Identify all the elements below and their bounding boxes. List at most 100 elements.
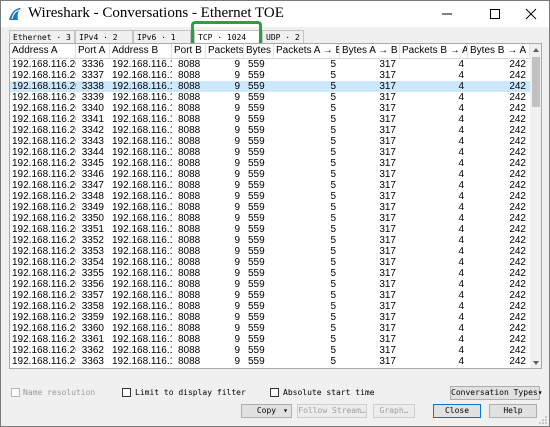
cell-address-a: 192.168.116.20 <box>12 114 76 125</box>
cell-packets: 9 <box>234 224 240 235</box>
table-row[interactable]: 192.168.116.20 3346 192.168.116.1 8088 9 559 5… <box>10 169 530 180</box>
table-row[interactable]: 192.168.116.20 3353 192.168.116.1 8088 9 559 5… <box>10 246 530 257</box>
cell-address-a: 192.168.116.20 <box>12 334 76 345</box>
cell-bytes: 559 <box>248 301 265 312</box>
column-header-address-a[interactable]: Address A <box>10 44 76 58</box>
cell-port-a: 3359 <box>81 312 104 323</box>
table-row[interactable]: 192.168.116.20 3361 192.168.116.1 8088 9 559 5… <box>10 334 530 345</box>
table-row[interactable]: 192.168.116.20 3343 192.168.116.1 8088 9 559 5… <box>10 136 530 147</box>
table-row[interactable]: 192.168.116.20 3336 192.168.116.1 8088 9 559 5… <box>10 59 530 70</box>
conversations-table[interactable]: Address A Port A Address B Port B Packets Byt… <box>9 43 542 369</box>
table-row[interactable]: 192.168.116.20 3351 192.168.116.1 8088 9 559 5… <box>10 224 530 235</box>
cell-address-a: 192.168.116.20 <box>12 70 76 81</box>
table-row[interactable]: 192.168.116.20 3339 192.168.116.1 8088 9 559 5… <box>10 92 530 103</box>
table-row[interactable]: 192.168.116.20 3348 192.168.116.1 8088 9 559 5… <box>10 191 530 202</box>
tab-ipv6[interactable]: IPv6 · 1 <box>133 30 191 43</box>
table-row[interactable]: 192.168.116.20 3362 192.168.116.1 8088 9 559 5… <box>10 345 530 356</box>
tab-ethernet[interactable]: Ethernet · 3 <box>9 30 75 43</box>
scrollbar-thumb[interactable] <box>532 57 540 107</box>
cell-bytes: 559 <box>248 356 265 367</box>
table-row[interactable]: 192.168.116.20 3344 192.168.116.1 8088 9 559 5… <box>10 147 530 158</box>
cell-packets-a-to-b: 5 <box>330 235 336 246</box>
cell-packets-a-to-b: 5 <box>330 191 336 202</box>
table-row[interactable]: 192.168.116.20 3352 192.168.116.1 8088 9 559 5… <box>10 235 530 246</box>
table-row[interactable]: 192.168.116.20 3358 192.168.116.1 8088 9 559 5… <box>10 301 530 312</box>
cell-bytes-a-to-b: 317 <box>379 114 396 125</box>
follow-stream-button[interactable]: Follow Stream… <box>297 404 367 418</box>
help-button[interactable]: Help <box>489 404 537 418</box>
wireshark-fin-icon <box>9 8 21 20</box>
cell-address-b: 192.168.116.1 <box>112 180 172 191</box>
resize-grip-icon[interactable] <box>538 415 548 425</box>
cell-port-a: 3354 <box>81 257 104 268</box>
cell-address-b: 192.168.116.1 <box>112 279 172 290</box>
copy-button[interactable]: Copy ▾ <box>241 404 292 418</box>
absolute-time-checkbox[interactable] <box>270 388 279 397</box>
scroll-up-icon[interactable] <box>530 44 542 56</box>
column-header-bytes[interactable]: Bytes <box>244 44 274 58</box>
cell-packets-a-to-b: 5 <box>330 202 336 213</box>
table-row[interactable]: 192.168.116.20 3357 192.168.116.1 8088 9 559 5… <box>10 290 530 301</box>
table-row[interactable]: 192.168.116.20 3355 192.168.116.1 8088 9 559 5… <box>10 268 530 279</box>
cell-address-b: 192.168.116.1 <box>112 191 172 202</box>
cell-address-b: 192.168.116.1 <box>112 301 172 312</box>
column-header-bytes-b-to-a[interactable]: Bytes B → A <box>468 44 530 58</box>
table-row[interactable]: 192.168.116.20 3347 192.168.116.1 8088 9 559 5… <box>10 180 530 191</box>
table-row[interactable]: 192.168.116.20 3337 192.168.116.1 8088 9 559 5… <box>10 70 530 81</box>
column-header-packets[interactable]: Packets <box>206 44 244 58</box>
column-header-packets-a-to-b[interactable]: Packets A → B <box>274 44 340 58</box>
limit-filter-checkbox[interactable] <box>122 388 131 397</box>
table-row[interactable]: 192.168.116.20 3338 192.168.116.1 8088 9 559 5… <box>10 81 530 92</box>
cell-packets-b-to-a: 4 <box>458 114 464 125</box>
conversation-types-button[interactable]: Conversation Types▾ <box>450 386 543 400</box>
table-row[interactable]: 192.168.116.20 3349 192.168.116.1 8088 9 559 5… <box>10 202 530 213</box>
cell-packets: 9 <box>234 279 240 290</box>
maximize-button[interactable] <box>477 1 513 27</box>
cell-packets: 9 <box>234 235 240 246</box>
cell-address-b: 192.168.116.1 <box>112 213 172 224</box>
table-body[interactable]: 192.168.116.20 3336 192.168.116.1 8088 9 559 5… <box>10 58 530 368</box>
vertical-scrollbar[interactable] <box>530 44 542 369</box>
cell-bytes-b-to-a: 242 <box>509 103 526 114</box>
cell-bytes-b-to-a: 242 <box>509 279 526 290</box>
table-row[interactable]: 192.168.116.20 3345 192.168.116.1 8088 9 559 5… <box>10 158 530 169</box>
column-header-packets-b-to-a[interactable]: Packets B → A <box>400 44 468 58</box>
table-row[interactable]: 192.168.116.20 3360 192.168.116.1 8088 9 559 5… <box>10 323 530 334</box>
table-row[interactable]: 192.168.116.20 3356 192.168.116.1 8088 9 559 5… <box>10 279 530 290</box>
table-row[interactable]: 192.168.116.20 3350 192.168.116.1 8088 9 559 5… <box>10 213 530 224</box>
minimize-button[interactable] <box>429 1 465 27</box>
cell-port-a: 3336 <box>81 59 104 70</box>
scroll-down-icon[interactable] <box>530 357 542 369</box>
tab-tcp[interactable]: TCP · 1024 <box>194 30 260 43</box>
table-row[interactable]: 192.168.116.20 3359 192.168.116.1 8088 9 559 5… <box>10 312 530 323</box>
cell-packets: 9 <box>234 213 240 224</box>
table-row[interactable]: 192.168.116.20 3363 192.168.116.1 8088 9 559 5… <box>10 356 530 367</box>
cell-address-b: 192.168.116.1 <box>112 147 172 158</box>
cell-packets-b-to-a: 4 <box>458 169 464 180</box>
close-button[interactable]: Close <box>433 404 481 418</box>
graph-button[interactable]: Graph… <box>373 404 415 418</box>
cell-port-a: 3350 <box>81 213 104 224</box>
table-row[interactable]: 192.168.116.20 3354 192.168.116.1 8088 9 559 5… <box>10 257 530 268</box>
cell-packets: 9 <box>234 158 240 169</box>
table-row[interactable]: 192.168.116.20 3341 192.168.116.1 8088 9 559 5… <box>10 114 530 125</box>
name-resolution-checkbox[interactable] <box>11 388 20 397</box>
cell-packets-a-to-b: 5 <box>330 158 336 169</box>
cell-port-b: 8088 <box>178 81 201 92</box>
cell-bytes: 559 <box>248 191 265 202</box>
column-header-address-b[interactable]: Address B <box>110 44 172 58</box>
column-header-bytes-a-to-b[interactable]: Bytes A → B <box>340 44 400 58</box>
cell-port-b: 8088 <box>178 224 201 235</box>
tab-udp[interactable]: UDP · 2 <box>262 30 304 43</box>
column-header-port-b[interactable]: Port B <box>172 44 206 58</box>
cell-port-b: 8088 <box>178 213 201 224</box>
close-window-button[interactable] <box>513 1 549 27</box>
table-row[interactable]: 192.168.116.20 3340 192.168.116.1 8088 9 559 5… <box>10 103 530 114</box>
table-row[interactable]: 192.168.116.20 3342 192.168.116.1 8088 9 559 5… <box>10 125 530 136</box>
cell-bytes-b-to-a: 242 <box>509 125 526 136</box>
cell-packets: 9 <box>234 257 240 268</box>
title-bar[interactable]: Wireshark - Conversations - Ethernet TOE <box>1 1 549 27</box>
column-header-port-a[interactable]: Port A <box>76 44 110 58</box>
tab-ipv4[interactable]: IPv4 · 2 <box>75 30 133 43</box>
close-icon <box>525 8 537 20</box>
